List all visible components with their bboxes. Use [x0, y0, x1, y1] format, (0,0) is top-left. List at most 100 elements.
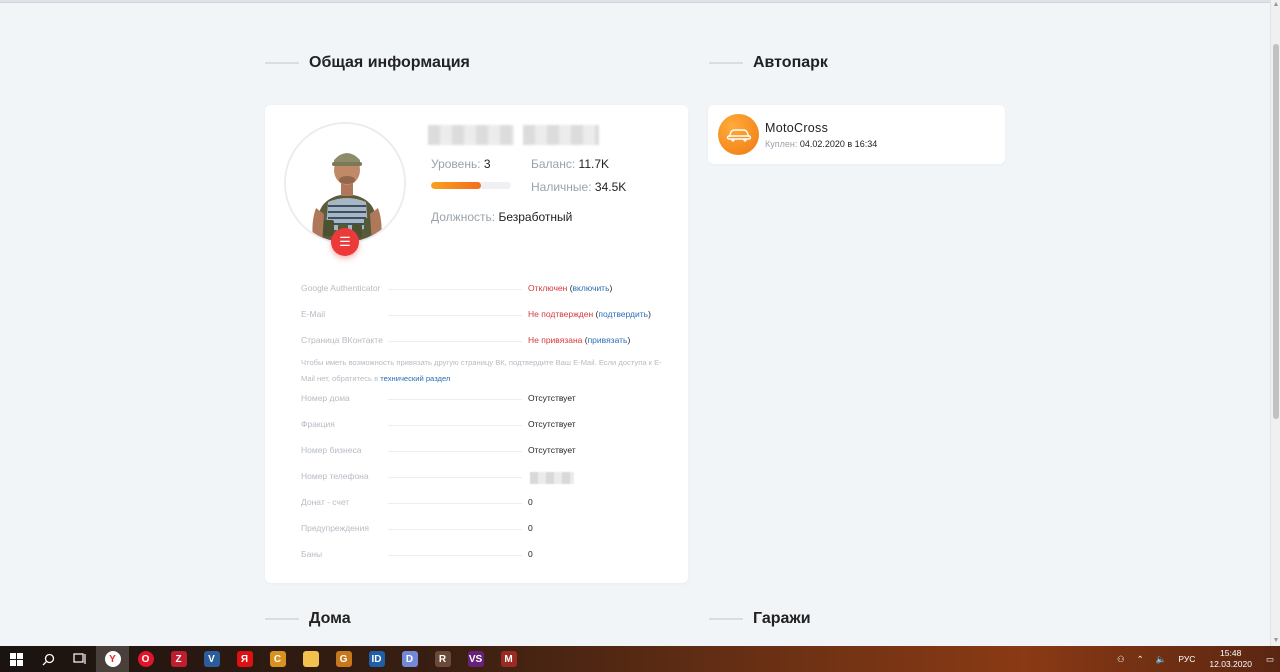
taskbar-app-visual-studio[interactable]: VS: [459, 646, 492, 672]
volume-icon[interactable]: 🔈: [1156, 654, 1167, 665]
taskbar-app-id[interactable]: ID: [360, 646, 393, 672]
section-title-text: Дома: [309, 610, 351, 627]
detail-row: Предупреждения 0: [301, 522, 671, 536]
row-divider: [388, 315, 522, 316]
game-icon: G: [335, 651, 352, 667]
tech-section-link[interactable]: технический раздел: [380, 374, 450, 383]
yandex-icon: Я: [236, 651, 253, 667]
task-view-button[interactable]: [64, 646, 96, 672]
folder-icon: [302, 651, 319, 667]
game2-icon: R: [434, 651, 451, 667]
email-confirm-link[interactable]: подтвердить: [598, 309, 648, 319]
taskbar-app-counter-strike[interactable]: C: [261, 646, 294, 672]
character-avatar-image: [286, 124, 404, 242]
task-view-icon: [73, 653, 86, 664]
vehicle-bought-label: Куплен:: [765, 139, 798, 149]
google-auth-value: Отключен (включить): [528, 283, 613, 293]
detail-label: Предупреждения: [301, 523, 369, 533]
cash-label: Наличные:: [531, 180, 592, 194]
detail-label: Донат - счет: [301, 497, 350, 507]
vk-note: Чтобы иметь возможность привязать другую…: [301, 355, 673, 387]
title-dash: [709, 62, 743, 64]
avatar-menu-button[interactable]: ☰: [331, 228, 359, 256]
clock[interactable]: 15:48 12.03.2020: [1209, 648, 1252, 670]
detail-row: Номер бизнеса Отсутствует: [301, 444, 671, 458]
taskbar-app-yandex-browser[interactable]: Y: [96, 646, 129, 672]
detail-value: 0: [528, 497, 533, 507]
detail-label: Номер телефона: [301, 471, 369, 481]
page-scrollbar[interactable]: ▲ ▼: [1270, 0, 1280, 646]
vk-link-link[interactable]: привязать: [588, 335, 628, 345]
detail-label: Фракция: [301, 419, 335, 429]
position-label: Должность:: [431, 210, 496, 224]
detail-row: Баны 0: [301, 548, 671, 562]
vehicle-icon-badge: [718, 114, 759, 155]
detail-row: Номер телефона: [301, 470, 671, 484]
language-indicator[interactable]: РУС: [1178, 654, 1195, 664]
google-auth-row: Google Authenticator Отключен (включить): [301, 282, 671, 296]
detail-row: Номер дома Отсутствует: [301, 392, 671, 406]
row-divider: [388, 425, 522, 426]
yandex-browser-icon: Y: [104, 651, 121, 667]
detail-value: Отсутствует: [528, 419, 576, 429]
balance-stat: Баланс: 11.7K: [531, 157, 609, 171]
clock-date: 12.03.2020: [1209, 659, 1252, 669]
title-dash: [709, 618, 743, 620]
email-status: Не подтвержден: [528, 309, 594, 319]
taskbar-app-yandex[interactable]: Я: [228, 646, 261, 672]
opera-icon: O: [137, 651, 154, 667]
level-progress-fill: [431, 182, 481, 189]
detail-label: Номер бизнеса: [301, 445, 362, 455]
people-icon[interactable]: ⚇: [1117, 654, 1125, 665]
row-divider: [388, 529, 522, 530]
hamburger-icon: ☰: [339, 234, 351, 249]
windows-logo-icon: [9, 652, 23, 666]
browser-top-edge: [0, 0, 1270, 3]
google-auth-enable-link[interactable]: включить: [573, 283, 610, 293]
counter-strike-icon: C: [269, 651, 286, 667]
player-name-blurred: [428, 125, 514, 145]
taskbar-app-opera[interactable]: O: [129, 646, 162, 672]
avatar: [284, 122, 406, 244]
balance-label: Баланс:: [531, 157, 576, 171]
search-button[interactable]: [32, 646, 64, 672]
scrollbar-thumb[interactable]: [1273, 44, 1279, 419]
search-icon: [42, 653, 54, 665]
taskbar-app-game[interactable]: G: [327, 646, 360, 672]
email-row: E-Mail Не подтвержден (подтвердить): [301, 308, 671, 322]
taskbar-app-game2[interactable]: R: [426, 646, 459, 672]
notifications-icon[interactable]: ▭: [1266, 654, 1274, 665]
system-tray: ⚇ ⌃ 🔈 РУС 15:48 12.03.2020 ▭: [1111, 646, 1280, 672]
row-divider: [388, 477, 522, 478]
vk-status: Не привязана: [528, 335, 583, 345]
taskbar-app-file-explorer[interactable]: [294, 646, 327, 672]
section-title-text: Автопарк: [753, 54, 828, 71]
clock-time: 15:48: [1220, 648, 1242, 658]
position-stat: Должность: Безработный: [431, 210, 572, 224]
detail-value: Отсутствует: [528, 393, 576, 403]
row-divider: [388, 289, 522, 290]
start-button[interactable]: [0, 646, 32, 672]
detail-row: Фракция Отсутствует: [301, 418, 671, 432]
taskbar-app-discord[interactable]: D: [393, 646, 426, 672]
level-value: 3: [483, 157, 491, 171]
section-houses: Дома: [265, 610, 351, 628]
vehicle-name: MotoCross: [765, 121, 829, 135]
vim-icon: V: [203, 651, 220, 667]
level-label: Уровень:: [431, 157, 481, 171]
scroll-down-icon[interactable]: ▼: [1272, 637, 1280, 645]
row-divider: [388, 399, 522, 400]
discord-icon: D: [401, 651, 418, 667]
row-divider: [388, 451, 522, 452]
detail-value: 0: [528, 549, 533, 559]
scroll-up-icon[interactable]: ▲: [1272, 1, 1280, 9]
cash-stat: Наличные: 34.5K: [531, 180, 626, 194]
level-stat: Уровень: 3: [431, 157, 491, 171]
chevron-up-icon[interactable]: ⌃: [1137, 654, 1144, 665]
vk-row: Страница ВКонтакте Не привязана (привяза…: [301, 334, 671, 348]
taskbar-app-game3[interactable]: M: [492, 646, 525, 672]
title-dash: [265, 62, 299, 64]
taskbar-app-vim[interactable]: V: [195, 646, 228, 672]
taskbar-app-filezilla[interactable]: Z: [162, 646, 195, 672]
email-label: E-Mail: [301, 309, 326, 319]
